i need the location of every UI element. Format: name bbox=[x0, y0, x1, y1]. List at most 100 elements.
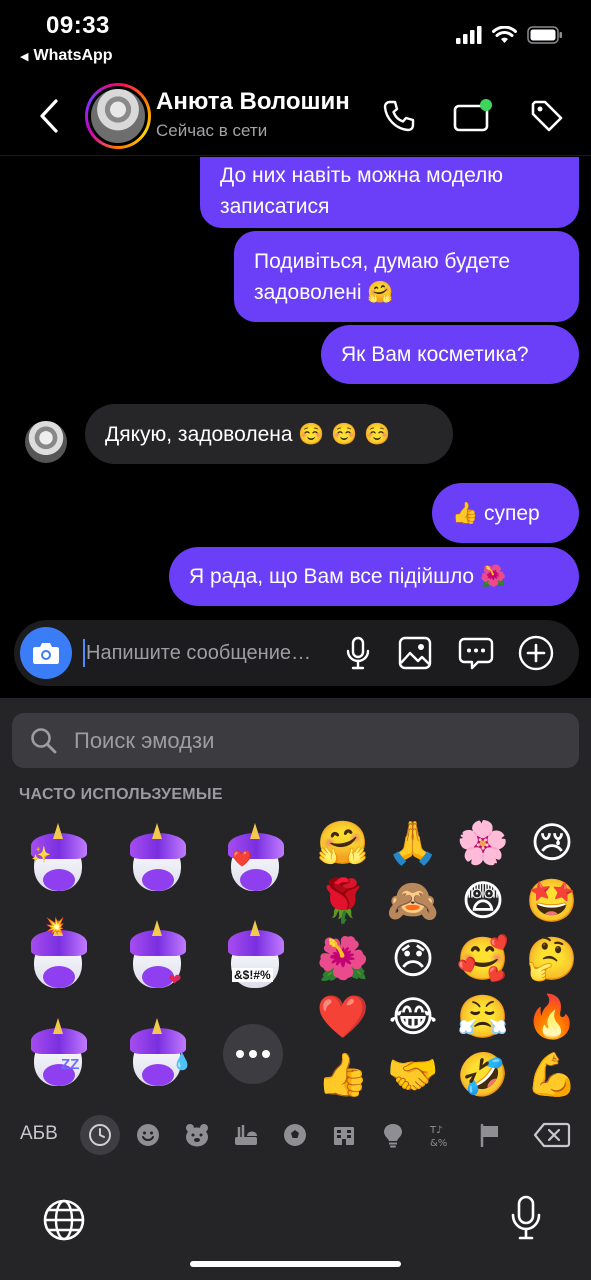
message-text: Я рада, що Вам все підійшло bbox=[189, 565, 475, 588]
emoji-face-with-steam[interactable]: 😤 bbox=[455, 989, 511, 1045]
tag-icon bbox=[531, 100, 563, 132]
contact-avatar[interactable] bbox=[85, 83, 151, 149]
contact-status: Сейчас в сети bbox=[156, 121, 268, 140]
emoji-crying-face[interactable]: 😢 bbox=[524, 815, 580, 871]
emoji-thinking-face[interactable]: 🤔 bbox=[524, 931, 580, 987]
emoji-fearful-face[interactable]: 😨 bbox=[455, 873, 511, 929]
emoji-smiling-face-with-hearts[interactable]: 🥰 bbox=[455, 931, 511, 987]
label-tag-button[interactable] bbox=[525, 94, 569, 138]
chat-bubble-dots-icon bbox=[458, 637, 494, 670]
message-text: Як Вам косметика? bbox=[341, 343, 529, 366]
switch-keyboard-button[interactable] bbox=[42, 1198, 86, 1247]
message-input[interactable] bbox=[86, 634, 336, 672]
emoji-thumbs-up[interactable]: 👍 bbox=[315, 1047, 371, 1103]
voice-message-button[interactable] bbox=[336, 631, 380, 675]
memoji-sticker-unicorn-mind-blown[interactable]: 💥 bbox=[25, 916, 91, 990]
message-text: Дякую, задоволена bbox=[105, 422, 293, 446]
delete-key[interactable] bbox=[533, 1122, 571, 1153]
food-icon bbox=[235, 1125, 257, 1145]
camera-icon bbox=[33, 643, 59, 664]
smiling-face-emoji: ☺️ ☺️ ☺️ bbox=[298, 421, 391, 446]
emoji-hugging-face[interactable]: 🤗 bbox=[315, 815, 371, 871]
message-bubble-outgoing[interactable]: 👍 супер bbox=[432, 483, 579, 543]
emoji-rolling-laughing[interactable]: 🤣 bbox=[455, 1047, 511, 1103]
flags-category-tab[interactable] bbox=[470, 1115, 510, 1155]
back-app-label: WhatsApp bbox=[33, 47, 113, 64]
emoji-fire[interactable]: 🔥 bbox=[524, 989, 580, 1045]
memoji-sticker-unicorn-tongue[interactable] bbox=[124, 823, 190, 893]
message-bubble-outgoing[interactable]: Я рада, що Вам все підійшло 🌺 bbox=[169, 547, 579, 606]
soccer-ball-icon bbox=[284, 1124, 306, 1146]
sender-avatar[interactable] bbox=[25, 421, 67, 463]
emoji-tears-of-joy[interactable]: 😂 bbox=[385, 989, 441, 1045]
back-button[interactable] bbox=[34, 96, 64, 136]
symbols-category-tab[interactable]: T♪ &% bbox=[421, 1115, 461, 1155]
memoji-sticker-unicorn-swearing[interactable]: &$!#% bbox=[222, 920, 288, 990]
dictation-button[interactable] bbox=[509, 1195, 543, 1246]
memoji-sticker-unicorn-sleeping[interactable]: ZZ bbox=[25, 1018, 91, 1088]
search-icon bbox=[31, 728, 57, 754]
attach-more-button[interactable] bbox=[514, 631, 558, 675]
emoji-flexed-biceps[interactable]: 💪 bbox=[524, 1047, 580, 1103]
voice-call-button[interactable] bbox=[377, 94, 421, 138]
quick-replies-button[interactable] bbox=[454, 631, 498, 675]
memoji-sticker-unicorn-crying-laughing[interactable]: 💧 bbox=[124, 1018, 192, 1088]
video-camera-icon bbox=[453, 99, 492, 132]
emoji-search-field[interactable] bbox=[12, 713, 579, 768]
memoji-sticker-unicorn-heart-eyes[interactable]: ❤️ bbox=[222, 823, 288, 893]
camera-button[interactable] bbox=[20, 627, 72, 679]
wifi-icon bbox=[492, 26, 517, 43]
message-composer bbox=[14, 620, 579, 686]
travel-category-tab[interactable] bbox=[324, 1115, 364, 1155]
building-icon bbox=[334, 1127, 354, 1145]
back-to-app-link[interactable]: ◀ WhatsApp bbox=[20, 47, 113, 65]
smileys-category-tab[interactable] bbox=[128, 1115, 168, 1155]
emoji-folded-hands[interactable]: 🙏 bbox=[385, 815, 441, 871]
contact-name[interactable]: Анюта Волошин bbox=[156, 88, 350, 116]
emoji-star-struck[interactable]: 🤩 bbox=[524, 873, 580, 929]
message-bubble-incoming[interactable]: Дякую, задоволена ☺️ ☺️ ☺️ bbox=[85, 404, 453, 464]
message-text: супер bbox=[484, 501, 540, 525]
emoji-handshake[interactable]: 🤝 bbox=[385, 1047, 441, 1103]
image-icon bbox=[398, 636, 432, 670]
activity-category-tab[interactable] bbox=[275, 1115, 315, 1155]
message-text: До них навіть можна моделю bbox=[220, 163, 504, 187]
clock-icon bbox=[89, 1124, 111, 1146]
message-text: задоволені bbox=[254, 280, 362, 304]
food-category-tab[interactable] bbox=[226, 1115, 266, 1155]
more-stickers-button[interactable] bbox=[223, 1024, 283, 1084]
microphone-icon bbox=[346, 636, 370, 670]
message-bubble-outgoing[interactable]: До них навіть можна моделю записатися bbox=[200, 157, 579, 228]
abc-keyboard-button[interactable]: АБВ bbox=[20, 1123, 58, 1145]
emoji-rose[interactable]: 🌹 bbox=[315, 873, 371, 929]
emoji-see-no-evil-monkey[interactable]: 🙈 bbox=[385, 873, 441, 929]
cellular-signal-icon bbox=[456, 26, 482, 44]
animals-category-tab[interactable] bbox=[177, 1115, 217, 1155]
status-icons bbox=[456, 26, 563, 44]
chevron-left-icon bbox=[40, 99, 58, 133]
message-text: записатися bbox=[220, 194, 330, 218]
message-bubble-outgoing[interactable]: Подивіться, думаю будете задоволені 🤗 bbox=[234, 231, 579, 322]
emoji-keyboard: ЧАСТО ИСПОЛЬЗУЕМЫЕ ✨ ❤️ 💥 ❤ &$!#% ZZ 💧 🤗… bbox=[0, 698, 591, 1280]
gallery-button[interactable] bbox=[393, 631, 437, 675]
message-list[interactable]: До них навіть можна моделю записатися По… bbox=[0, 157, 591, 617]
emoji-red-heart[interactable]: ❤️ bbox=[315, 989, 371, 1045]
plus-circle-icon bbox=[518, 635, 554, 671]
home-indicator[interactable] bbox=[190, 1261, 401, 1267]
backspace-icon bbox=[533, 1122, 571, 1148]
status-time: 09:33 bbox=[46, 12, 110, 39]
emoji-cherry-blossom[interactable]: 🌸 bbox=[455, 815, 511, 871]
globe-icon bbox=[43, 1199, 85, 1241]
status-bar: 09:33 ◀ WhatsApp bbox=[0, 0, 591, 78]
recent-category-tab[interactable] bbox=[80, 1115, 120, 1155]
objects-category-tab[interactable] bbox=[373, 1115, 413, 1155]
emoji-search-input[interactable] bbox=[74, 722, 554, 760]
avatar-photo bbox=[88, 86, 148, 146]
message-bubble-outgoing[interactable]: Як Вам косметика? bbox=[321, 325, 579, 384]
emoji-hibiscus[interactable]: 🌺 bbox=[315, 931, 371, 987]
memoji-sticker-unicorn-wink-heart[interactable]: ❤ bbox=[124, 920, 190, 990]
battery-icon bbox=[527, 26, 562, 44]
video-call-button[interactable] bbox=[451, 94, 495, 138]
emoji-disappointed-face[interactable]: 😞 bbox=[385, 931, 441, 987]
memoji-sticker-unicorn-star-eyes[interactable]: ✨ bbox=[25, 823, 91, 893]
